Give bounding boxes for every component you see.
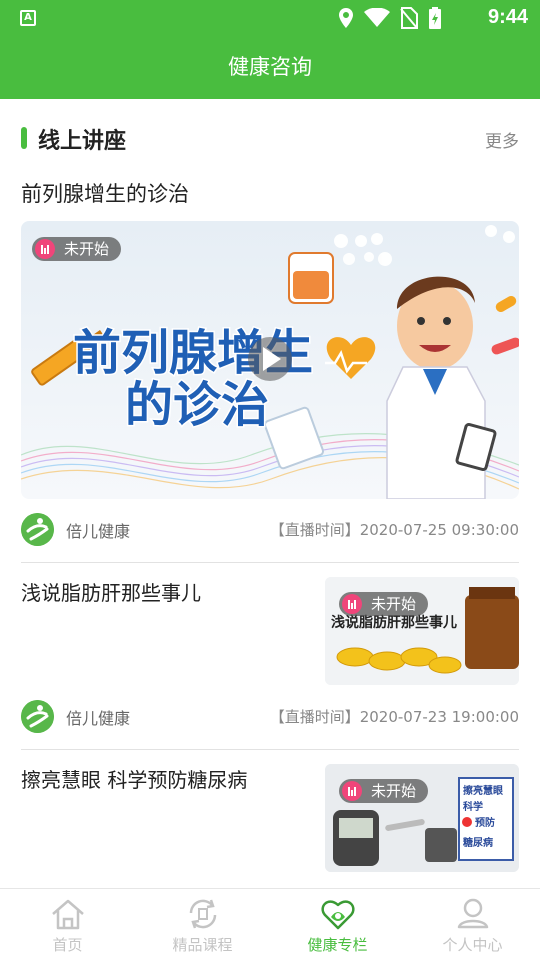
lecture-title[interactable]: 浅说脂肪肝那些事儿: [21, 577, 201, 606]
system-icons: [338, 7, 442, 29]
tab-label: 健康专栏: [307, 936, 368, 954]
section-header: 线上讲座 更多: [0, 118, 540, 158]
location-icon: [339, 8, 353, 28]
clock: 9:44: [487, 6, 528, 28]
status-bar: A 9:44: [0, 0, 540, 36]
source-logo-icon: [21, 513, 54, 546]
source-name: 倍儿健康: [66, 709, 131, 728]
source-name: 倍儿健康: [66, 522, 131, 541]
user-icon: [457, 898, 488, 929]
thumb-caption: 擦亮慧眼: [463, 784, 503, 797]
status-badge: 未开始: [339, 779, 429, 803]
status-badge: 未开始: [339, 592, 429, 616]
notification-app-icon: A: [20, 10, 36, 26]
tab-home[interactable]: 首页: [0, 889, 135, 960]
tab-label: 精品课程: [172, 936, 233, 954]
live-time: 【直播时间】2020-07-23 19:00:00: [269, 708, 519, 726]
lecture-thumbnail[interactable]: 擦亮慧眼 科学 预防 糖尿病 未开始: [325, 764, 519, 872]
live-bars-icon: [342, 594, 362, 614]
section-accent-bar: [21, 127, 27, 149]
refresh-course-icon: [189, 899, 216, 929]
source-logo-icon: [21, 700, 54, 733]
tab-courses[interactable]: 精品课程: [135, 889, 270, 960]
live-bars-icon: [35, 239, 55, 259]
featured-lecture-title[interactable]: 前列腺增生的诊治: [21, 178, 189, 208]
no-sim-icon: [400, 7, 418, 29]
more-link[interactable]: 更多: [485, 127, 519, 152]
featured-lecture-banner[interactable]: 前列腺增生 的诊治 未开始: [21, 221, 519, 499]
health-heart-icon: [320, 900, 355, 930]
section-title: 线上讲座: [38, 129, 127, 154]
divider: [21, 562, 519, 563]
tab-health-column[interactable]: 健康专栏: [270, 889, 405, 960]
live-time: 【直播时间】2020-07-25 09:30:00: [269, 521, 519, 539]
banner-illustration: 前列腺增生 的诊治: [21, 221, 519, 499]
lecture-meta: 倍儿健康 【直播时间】2020-07-23 19:00:00: [0, 698, 540, 734]
home-icon: [51, 899, 84, 930]
featured-meta: 倍儿健康 【直播时间】2020-07-25 09:30:00: [0, 511, 540, 547]
tab-profile[interactable]: 个人中心: [405, 889, 540, 960]
bottom-tab-bar: 首页 精品课程 健康专栏 个人中心: [0, 888, 540, 960]
thumb-caption: 科学: [463, 800, 483, 813]
battery-icon: [429, 7, 441, 29]
live-bars-icon: [342, 781, 362, 801]
lecture-title[interactable]: 擦亮慧眼 科学预防糖尿病: [21, 764, 247, 793]
wifi-icon: [364, 8, 390, 27]
banner-text-line2: 的诊治: [125, 377, 269, 433]
divider: [21, 749, 519, 750]
status-badge: 未开始: [32, 237, 122, 261]
lecture-thumbnail[interactable]: 浅说脂肪肝那些事儿 未开始: [325, 577, 519, 685]
thumb-caption: 浅说脂肪肝那些事儿: [331, 614, 457, 631]
thumb-caption: 糖尿病: [463, 836, 493, 849]
page-title: 健康咨询: [0, 36, 540, 99]
thumb-caption: 预防: [475, 816, 495, 829]
tab-label: 个人中心: [442, 936, 503, 954]
tab-label: 首页: [52, 936, 83, 954]
